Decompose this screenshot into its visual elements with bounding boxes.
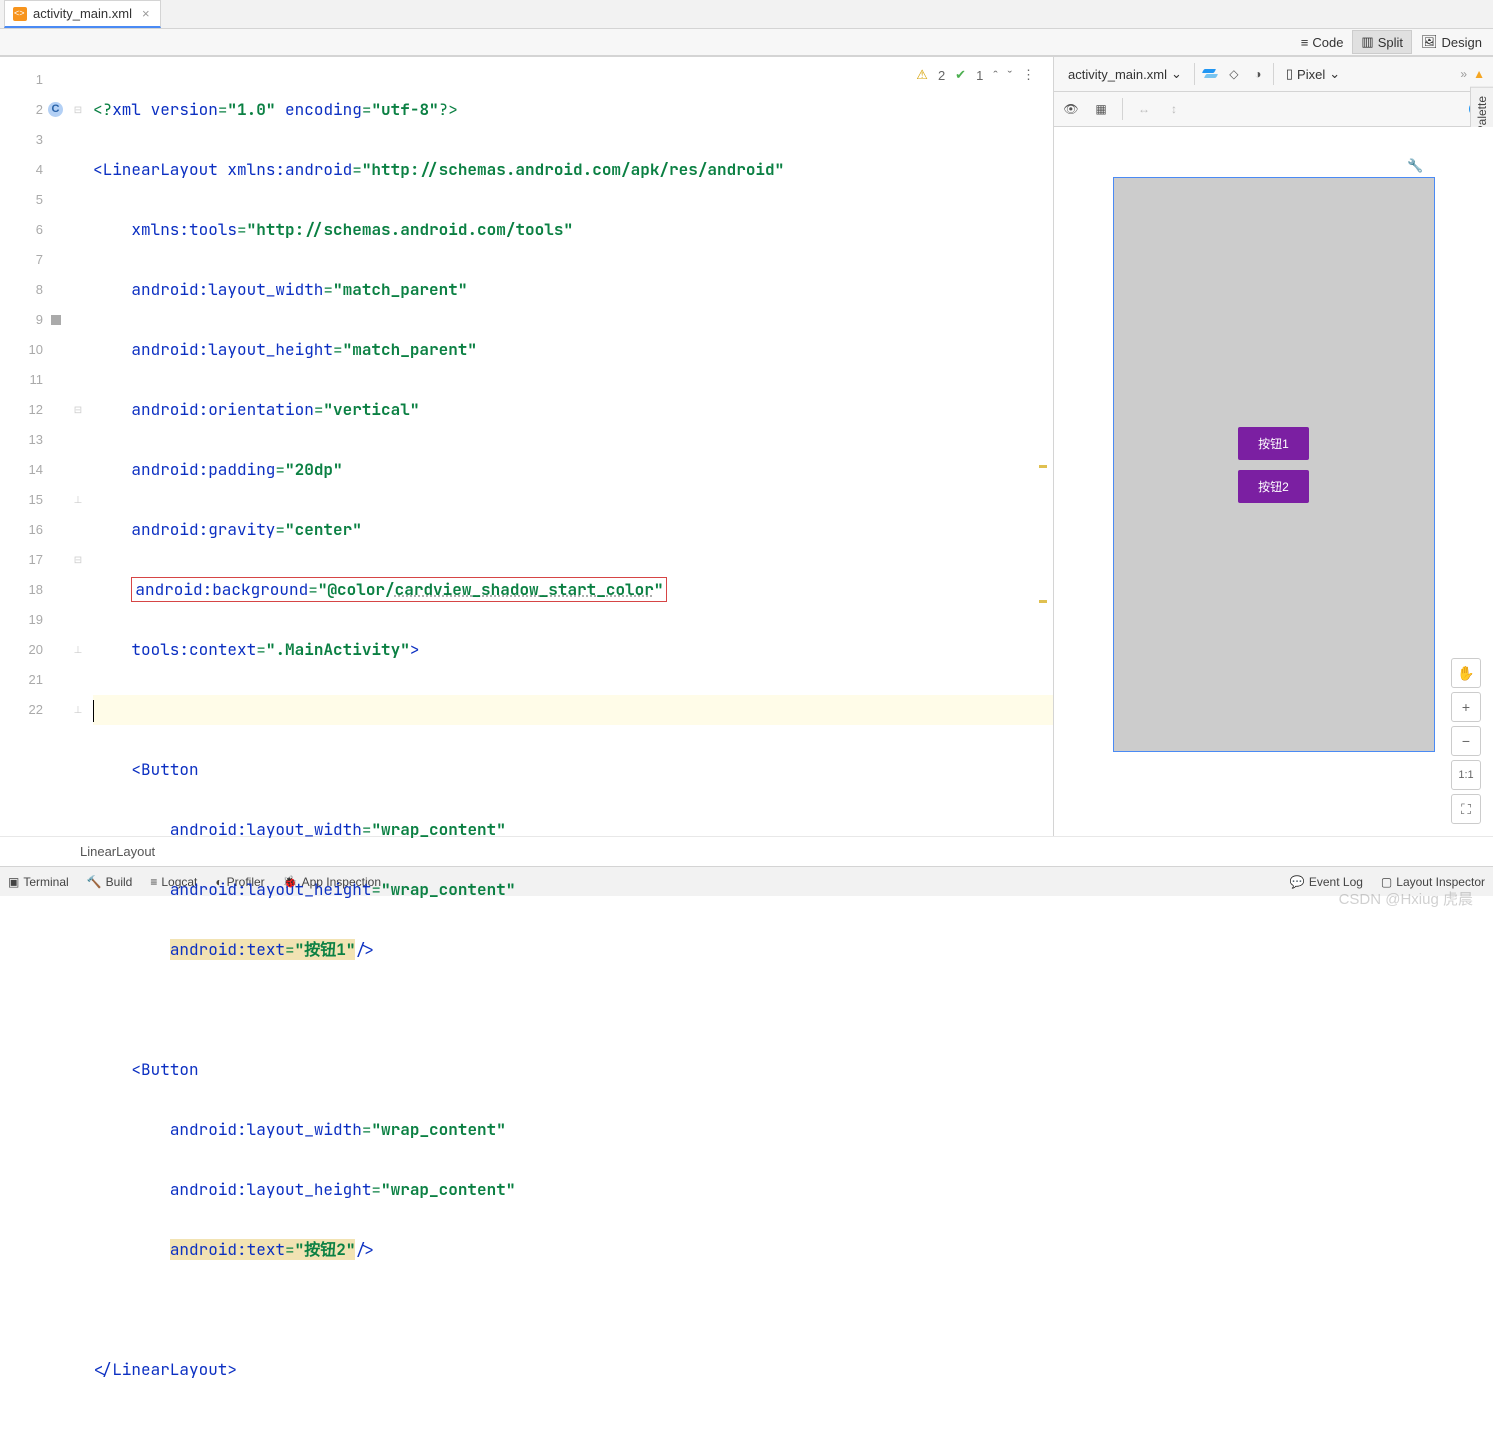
line-number: 9 xyxy=(0,305,65,335)
wrench-icon[interactable]: 🔧 xyxy=(1407,158,1423,174)
device-dropdown[interactable]: ▯Pixel⌄ xyxy=(1280,63,1346,85)
class-gutter-icon[interactable]: C xyxy=(48,102,63,117)
design-toolbar-top: activity_main.xml⌄ ◇ ◑ ▯Pixel⌄ » ▲ xyxy=(1054,57,1493,92)
layout-inspector-tool[interactable]: ▢Layout Inspector xyxy=(1381,875,1485,889)
device-preview[interactable]: 🔧 按钮1 按钮2 ✋ + − 1:1 ⛶ xyxy=(1054,127,1493,836)
zoom-in-button[interactable]: + xyxy=(1451,692,1481,722)
line-number: 11 xyxy=(0,365,65,395)
tab-close-icon[interactable]: × xyxy=(142,6,150,21)
line-number: 10 xyxy=(0,335,65,365)
phone-icon: ▯ xyxy=(1286,66,1293,82)
file-tab[interactable]: activity_main.xml × xyxy=(4,0,161,28)
more-icon[interactable]: ⋮ xyxy=(1022,67,1035,83)
hamburger-icon: ≡ xyxy=(1301,35,1309,50)
eye-icon[interactable]: 👁 xyxy=(1062,100,1080,118)
line-number: 6 xyxy=(0,215,65,245)
editor-tab-bar: activity_main.xml × xyxy=(0,0,1493,29)
event-log-tool[interactable]: 💬Event Log xyxy=(1290,875,1363,889)
check-icon: ✔ xyxy=(955,67,966,83)
code-editor[interactable]: 1 2C 3 4 5 6 7 8 9 10 11 12 13 14 15 16 … xyxy=(0,57,1053,836)
line-number: 21 xyxy=(0,665,65,695)
warning-icon: ⚠ xyxy=(916,67,928,83)
chevron-down-icon: ⌄ xyxy=(1171,66,1182,82)
warning-stripe[interactable] xyxy=(1039,600,1047,603)
highlighted-attribute: android:background="@color/cardview_shad… xyxy=(131,577,667,602)
line-number: 3 xyxy=(0,125,65,155)
warning-count: 2 xyxy=(938,68,945,83)
preview-button-1[interactable]: 按钮1 xyxy=(1238,427,1309,460)
line-number: 19 xyxy=(0,605,65,635)
next-problem-icon[interactable]: ˇ xyxy=(1008,68,1012,83)
zoom-out-button[interactable]: − xyxy=(1451,726,1481,756)
line-number: 12 xyxy=(0,395,65,425)
arrows-h-icon[interactable]: ↔ xyxy=(1135,100,1153,118)
line-number: 16 xyxy=(0,515,65,545)
line-number: 2C xyxy=(0,95,65,125)
line-gutter: 1 2C 3 4 5 6 7 8 9 10 11 12 13 14 15 16 … xyxy=(0,57,65,836)
split-icon: ▥ xyxy=(1361,34,1373,50)
line-number: 1 xyxy=(0,65,65,95)
line-number: 22 xyxy=(0,695,65,725)
zoom-fit-button[interactable]: ⛶ xyxy=(1451,794,1481,824)
line-number: 7 xyxy=(0,245,65,275)
chevron-right-icon[interactable]: » xyxy=(1460,67,1467,81)
file-dropdown[interactable]: activity_main.xml⌄ xyxy=(1062,63,1188,85)
current-line xyxy=(93,695,1053,725)
device-frame: 🔧 按钮1 按钮2 xyxy=(1113,177,1435,752)
balloon-icon: 💬 xyxy=(1290,875,1305,889)
line-number: 15 xyxy=(0,485,65,515)
design-toolbar-second: 👁 ▦ ↔ ↕ ? xyxy=(1054,92,1493,127)
split-mode-button[interactable]: ▥Split xyxy=(1352,30,1412,54)
line-number: 20 xyxy=(0,635,65,665)
line-number: 13 xyxy=(0,425,65,455)
chevron-down-icon: ⌄ xyxy=(1329,66,1340,82)
watermark-text: CSDN @Hxiug 虎晨 xyxy=(1339,888,1473,909)
picture-icon: 🖼 xyxy=(1421,34,1438,50)
design-mode-button[interactable]: 🖼Design xyxy=(1412,30,1491,54)
tab-title: activity_main.xml xyxy=(33,6,132,21)
grid-icon[interactable]: ▦ xyxy=(1092,100,1110,118)
zoom-reset-button[interactable]: 1:1 xyxy=(1451,760,1481,790)
code-mode-button[interactable]: ≡Code xyxy=(1292,31,1353,54)
layout-icon: ▢ xyxy=(1381,875,1392,889)
pan-button[interactable]: ✋ xyxy=(1451,658,1481,688)
zoom-controls: ✋ + − 1:1 ⛶ xyxy=(1451,658,1481,824)
orientation-icon[interactable]: ◇ xyxy=(1225,65,1243,83)
inspection-widget[interactable]: ⚠ 2 ✔ 1 ˆ ˇ ⋮ xyxy=(916,67,1035,83)
line-number: 17 xyxy=(0,545,65,575)
text-cursor xyxy=(93,700,94,722)
line-number: 8 xyxy=(0,275,65,305)
xml-file-icon xyxy=(13,7,27,21)
preview-button-2[interactable]: 按钮2 xyxy=(1238,470,1309,503)
line-number: 14 xyxy=(0,455,65,485)
line-number: 4 xyxy=(0,155,65,185)
view-mode-switcher: ≡Code ▥Split 🖼Design xyxy=(0,29,1493,56)
nightmode-icon[interactable]: ◑ xyxy=(1249,65,1267,83)
arrows-v-icon[interactable]: ↕ xyxy=(1165,100,1183,118)
main-area: 1 2C 3 4 5 6 7 8 9 10 11 12 13 14 15 16 … xyxy=(0,56,1493,836)
warning-stripe[interactable] xyxy=(1039,465,1047,468)
line-number: 18 xyxy=(0,575,65,605)
line-number: 5 xyxy=(0,185,65,215)
terminal-tool[interactable]: ▣Terminal xyxy=(8,875,69,889)
code-content[interactable]: <?xml version="1.0" encoding="utf-8"?> <… xyxy=(65,57,1053,836)
prev-problem-icon[interactable]: ˆ xyxy=(993,68,997,83)
ok-count: 1 xyxy=(976,68,983,83)
terminal-icon: ▣ xyxy=(8,875,19,889)
surface-dropdown-icon[interactable] xyxy=(1201,65,1219,83)
warning-icon[interactable]: ▲ xyxy=(1473,67,1485,81)
color-gutter-icon[interactable] xyxy=(51,315,61,325)
design-preview-panel: ● Palette ● Component Tree activity_main… xyxy=(1053,57,1493,836)
